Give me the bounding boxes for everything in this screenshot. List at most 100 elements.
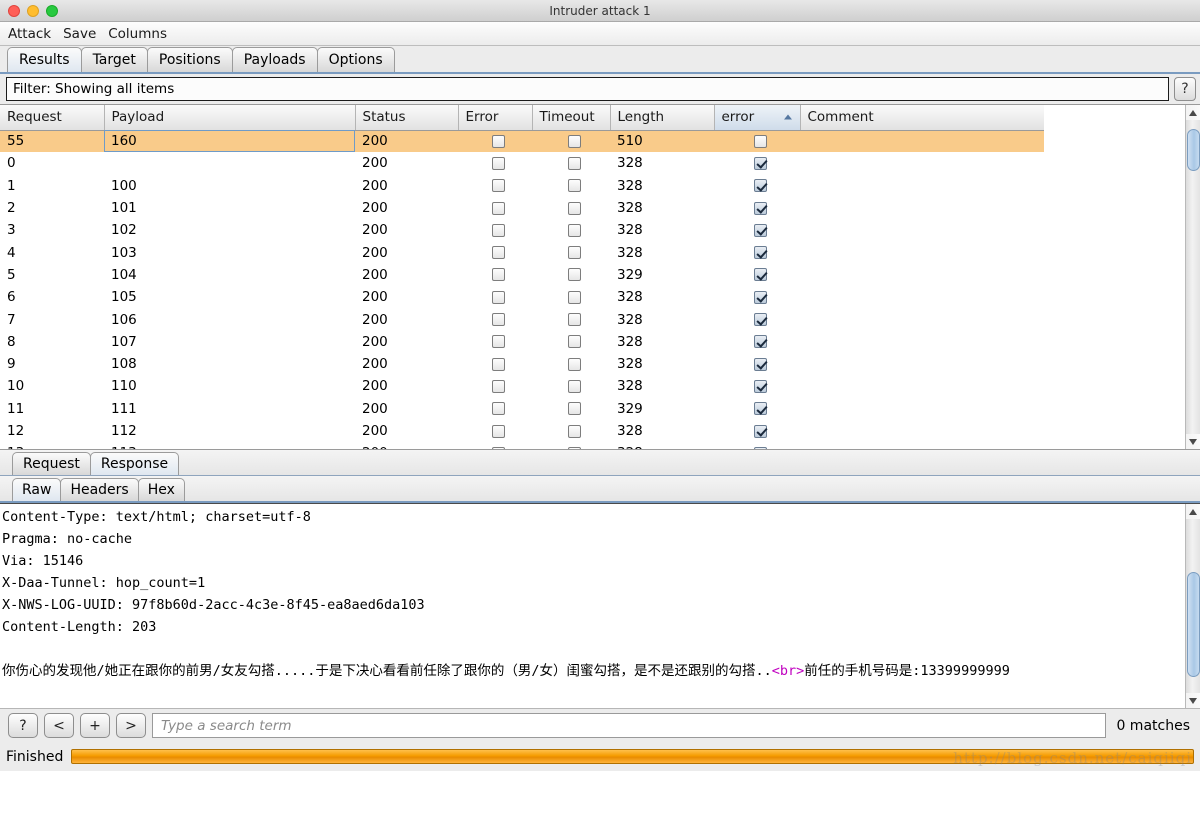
cell-status[interactable]: 200: [355, 219, 458, 241]
table-row[interactable]: 9 108 200 328: [0, 353, 1044, 375]
cell-timeout[interactable]: [532, 152, 610, 174]
table-row[interactable]: 3 102 200 328: [0, 219, 1044, 241]
cell-timeout[interactable]: [532, 375, 610, 397]
checkbox-unchecked-icon[interactable]: [568, 223, 581, 237]
cell-status[interactable]: 200: [355, 331, 458, 353]
cell-request[interactable]: 11: [0, 398, 104, 420]
cell-length[interactable]: 328: [610, 219, 714, 241]
cell-comment[interactable]: [800, 152, 1044, 174]
checkbox-unchecked-icon[interactable]: [492, 446, 505, 449]
cell-errorflag[interactable]: [714, 241, 800, 263]
cell-timeout[interactable]: [532, 219, 610, 241]
cell-payload[interactable]: 160: [104, 130, 355, 153]
cell-comment[interactable]: [800, 175, 1044, 197]
cell-payload[interactable]: 100: [104, 175, 355, 197]
cell-status[interactable]: 200: [355, 398, 458, 420]
cell-timeout[interactable]: [532, 130, 610, 153]
checkbox-checked-icon[interactable]: [754, 179, 767, 193]
tab-positions[interactable]: Positions: [146, 47, 233, 72]
cell-comment[interactable]: [800, 353, 1044, 375]
cell-request[interactable]: 55: [0, 130, 104, 153]
cell-request[interactable]: 0: [0, 152, 104, 174]
column-header-errorflag[interactable]: error: [714, 105, 801, 131]
tab-raw[interactable]: Raw: [12, 478, 62, 501]
cell-timeout[interactable]: [532, 420, 610, 442]
column-header-status[interactable]: Status: [355, 105, 459, 131]
table-row[interactable]: 6 105 200 328: [0, 286, 1044, 308]
cell-request[interactable]: 10: [0, 375, 104, 397]
tab-response[interactable]: Response: [89, 452, 180, 475]
cell-error[interactable]: [458, 331, 532, 353]
cell-request[interactable]: 1: [0, 175, 104, 197]
cell-comment[interactable]: [800, 308, 1044, 330]
cell-request[interactable]: 8: [0, 331, 104, 353]
cell-length[interactable]: 328: [610, 175, 714, 197]
cell-timeout[interactable]: [532, 197, 610, 219]
results-scrollbar-thumb[interactable]: [1187, 129, 1200, 171]
cell-payload[interactable]: 110: [104, 375, 355, 397]
table-row[interactable]: 7 106 200 328: [0, 308, 1044, 330]
checkbox-checked-icon[interactable]: [754, 156, 767, 170]
checkbox-checked-icon[interactable]: [754, 424, 767, 438]
cell-comment[interactable]: [800, 264, 1044, 286]
cell-status[interactable]: 200: [355, 286, 458, 308]
checkbox-unchecked-icon[interactable]: [492, 313, 505, 327]
cell-length[interactable]: 328: [610, 152, 714, 174]
checkbox-checked-icon[interactable]: [754, 379, 767, 393]
cell-error[interactable]: [458, 353, 532, 375]
cell-length[interactable]: 328: [610, 331, 714, 353]
cell-comment[interactable]: [800, 398, 1044, 420]
table-row[interactable]: 2 101 200 328: [0, 197, 1044, 219]
cell-payload[interactable]: 111: [104, 398, 355, 420]
cell-errorflag[interactable]: [714, 398, 800, 420]
cell-status[interactable]: 200: [355, 308, 458, 330]
cell-errorflag[interactable]: [714, 152, 800, 174]
tab-hex[interactable]: Hex: [137, 478, 185, 501]
cell-error[interactable]: [458, 442, 532, 449]
cell-errorflag[interactable]: [714, 420, 800, 442]
tab-payloads[interactable]: Payloads: [231, 47, 318, 72]
checkbox-unchecked-icon[interactable]: [492, 402, 505, 416]
cell-request[interactable]: 4: [0, 241, 104, 263]
menu-item-columns[interactable]: Columns: [108, 26, 167, 42]
cell-payload[interactable]: 104: [104, 264, 355, 286]
cell-payload[interactable]: 102: [104, 219, 355, 241]
checkbox-unchecked-icon[interactable]: [568, 402, 581, 416]
results-scroll-up-button[interactable]: [1186, 105, 1200, 120]
table-row[interactable]: 55 160 200 510: [0, 130, 1044, 153]
checkbox-unchecked-icon[interactable]: [492, 357, 505, 371]
column-header-comment[interactable]: Comment: [800, 105, 1044, 131]
menu-item-attack[interactable]: Attack: [8, 26, 51, 42]
cell-length[interactable]: 329: [610, 264, 714, 286]
response-scrollbar-thumb[interactable]: [1187, 572, 1200, 677]
cell-timeout[interactable]: [532, 398, 610, 420]
checkbox-checked-icon[interactable]: [754, 223, 767, 237]
response-scroll-up-button[interactable]: [1186, 504, 1200, 519]
checkbox-checked-icon[interactable]: [754, 290, 767, 304]
checkbox-checked-icon[interactable]: [754, 402, 767, 416]
cell-error[interactable]: [458, 264, 532, 286]
table-row[interactable]: 8 107 200 328: [0, 331, 1044, 353]
search-input[interactable]: Type a search term: [152, 713, 1107, 738]
cell-error[interactable]: [458, 152, 532, 174]
cell-payload[interactable]: 103: [104, 241, 355, 263]
table-row[interactable]: 13113200 328: [0, 442, 1044, 449]
cell-comment[interactable]: [800, 331, 1044, 353]
cell-error[interactable]: [458, 130, 532, 153]
search-previous-button[interactable]: <: [44, 713, 74, 738]
cell-timeout[interactable]: [532, 241, 610, 263]
cell-errorflag[interactable]: [714, 442, 800, 449]
checkbox-unchecked-icon[interactable]: [568, 446, 581, 449]
cell-timeout[interactable]: [532, 264, 610, 286]
cell-status[interactable]: 200: [355, 197, 458, 219]
results-scroll-down-button[interactable]: [1186, 434, 1200, 449]
cell-status[interactable]: 200: [355, 152, 458, 174]
cell-error[interactable]: [458, 420, 532, 442]
cell-comment[interactable]: [800, 442, 1044, 449]
response-raw-text[interactable]: Content-Type: text/html; charset=utf-8 Pr…: [0, 504, 1185, 708]
cell-length[interactable]: 328: [610, 375, 714, 397]
cell-timeout[interactable]: [532, 442, 610, 449]
cell-comment[interactable]: [800, 130, 1044, 153]
cell-errorflag[interactable]: [714, 331, 800, 353]
search-help-button[interactable]: ?: [8, 713, 38, 738]
